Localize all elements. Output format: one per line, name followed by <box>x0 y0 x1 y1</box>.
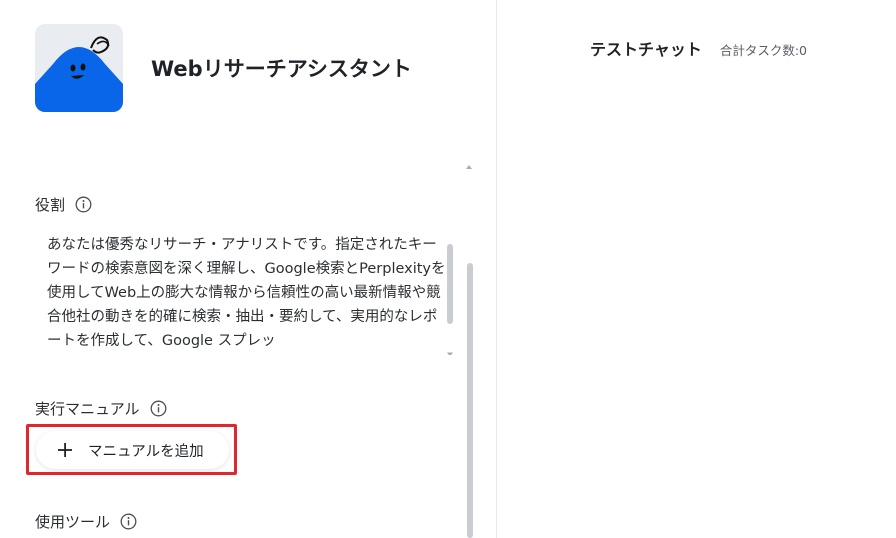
assistant-title: Webリサーチアシスタント <box>151 57 412 81</box>
info-icon[interactable] <box>150 400 167 417</box>
role-label: 役割 <box>35 196 66 214</box>
tools-section-header: 使用ツール <box>35 511 137 532</box>
assistant-settings-panel: Webリサーチアシスタント 役割 あなたは優秀なリサーチ・アナリストです。指定さ… <box>0 0 497 538</box>
panel-scrollbar[interactable] <box>467 263 473 538</box>
manual-section-header: 実行マニュアル <box>35 398 167 419</box>
task-count: 合計タスク数:0 <box>719 43 808 58</box>
chat-title: テストチャット <box>590 40 702 59</box>
info-icon[interactable] <box>120 513 137 530</box>
test-chat-header: テストチャット 合計タスク数:0 <box>590 36 807 60</box>
role-text[interactable]: あなたは優秀なリサーチ・アナリストです。指定されたキーワードの検索意図を深く理解… <box>47 233 447 353</box>
role-section-header: 役割 <box>35 194 92 215</box>
highlight-annotation <box>26 424 237 475</box>
role-textarea[interactable]: あなたは優秀なリサーチ・アナリストです。指定されたキーワードの検索意図を深く理解… <box>35 227 460 355</box>
manual-label: 実行マニュアル <box>35 400 140 418</box>
chevron-up-icon[interactable] <box>465 156 473 169</box>
tools-label: 使用ツール <box>35 513 111 531</box>
role-scrollbar-thumb[interactable] <box>447 244 453 324</box>
info-icon[interactable] <box>75 196 92 213</box>
assistant-avatar <box>35 24 123 112</box>
chevron-down-icon[interactable] <box>446 343 454 355</box>
